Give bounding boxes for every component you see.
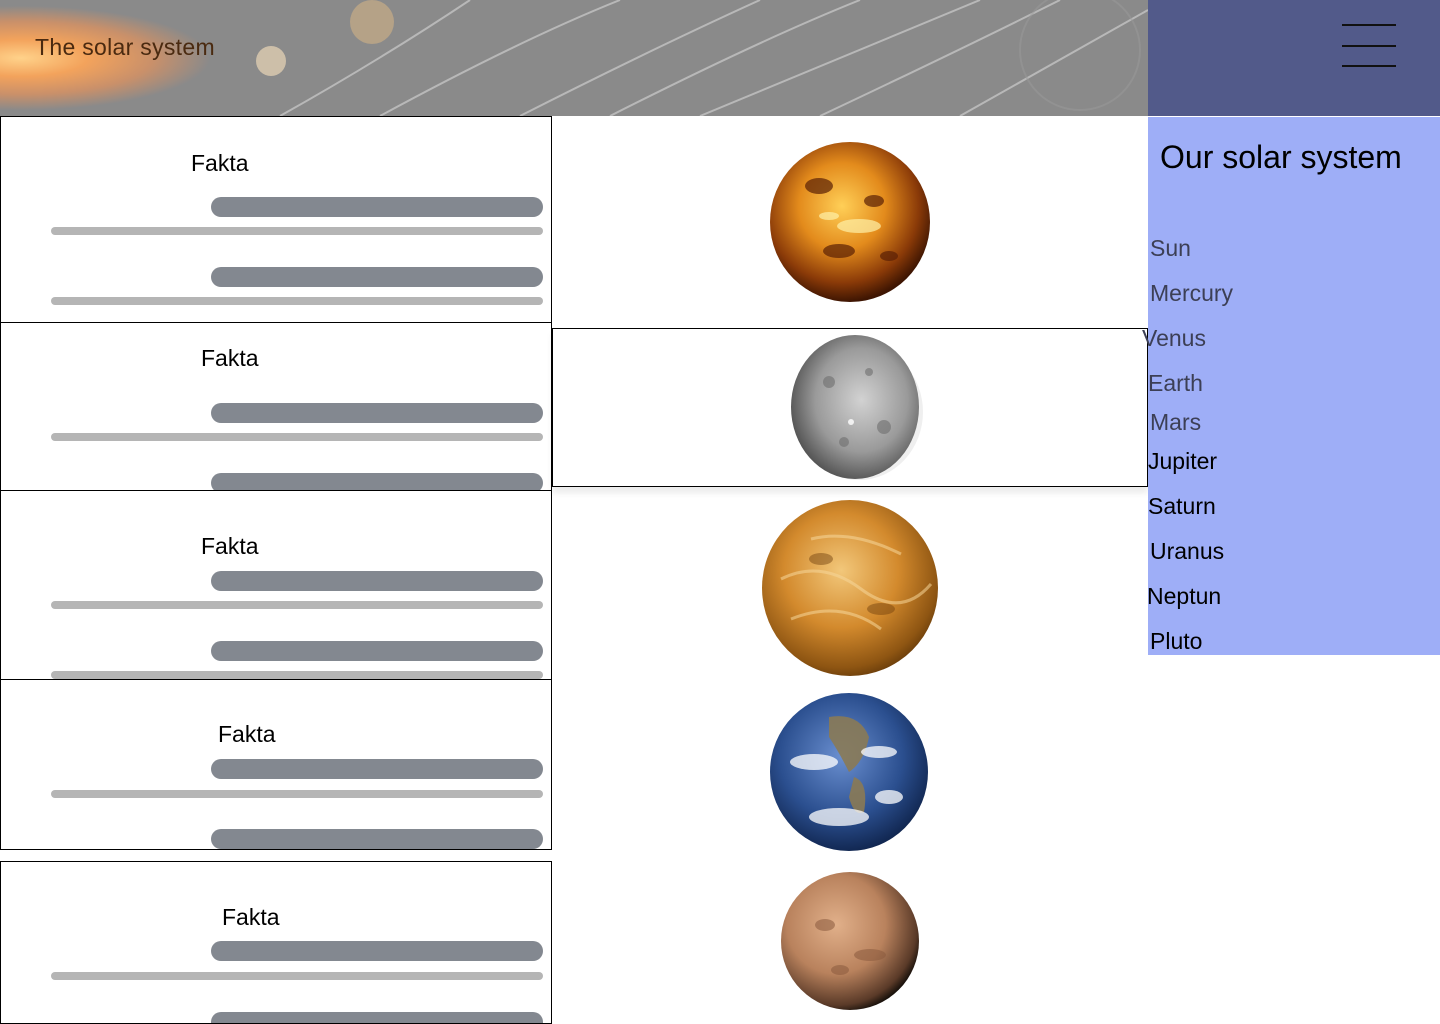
nav-item-neptun[interactable]: Neptun bbox=[1147, 583, 1221, 610]
fact-placeholder-bar bbox=[211, 197, 543, 217]
nav-item-earth[interactable]: Earth bbox=[1148, 370, 1203, 397]
fact-placeholder-line bbox=[51, 790, 543, 798]
planet-slot-mars[interactable] bbox=[552, 868, 1146, 1016]
fact-placeholder-bar bbox=[211, 571, 543, 591]
fact-card-title: Fakta bbox=[222, 904, 280, 930]
fact-card: Fakta bbox=[0, 116, 552, 324]
nav-item-saturn[interactable]: Saturn bbox=[1148, 493, 1216, 520]
mars-planet-image bbox=[781, 872, 919, 1010]
sidenav-title: Our solar system bbox=[1160, 139, 1402, 175]
fact-placeholder-line bbox=[51, 601, 543, 609]
nav-item-pluto[interactable]: Pluto bbox=[1150, 628, 1202, 655]
venus-planet-image bbox=[770, 142, 930, 302]
fact-placeholder-bar bbox=[211, 941, 543, 961]
site-header: The solar system bbox=[0, 0, 1440, 116]
fact-placeholder-bar bbox=[211, 759, 543, 779]
nav-item-jupiter[interactable]: Jupiter bbox=[1148, 448, 1217, 475]
fact-placeholder-bar bbox=[211, 267, 543, 287]
fact-card-title: Fakta bbox=[191, 150, 249, 176]
fact-placeholder-bar bbox=[211, 403, 543, 423]
menu-line bbox=[1342, 65, 1396, 67]
mercury-planet-image bbox=[791, 335, 923, 480]
fact-placeholder-line bbox=[51, 671, 543, 679]
venus-planet-image bbox=[762, 500, 938, 676]
fact-card: Fakta bbox=[0, 490, 552, 680]
menu-line bbox=[1342, 45, 1396, 47]
planet-slot-venus[interactable] bbox=[552, 496, 1146, 682]
nav-item-uranus[interactable]: Uranus bbox=[1150, 538, 1224, 565]
fact-placeholder-line bbox=[51, 433, 543, 441]
fact-card-title: Fakta bbox=[201, 533, 259, 559]
fact-card: Fakta bbox=[0, 322, 552, 491]
nav-item-venus[interactable]: Venus bbox=[1142, 325, 1206, 352]
planet-slot-earth[interactable] bbox=[552, 690, 1146, 856]
nav-item-mercury[interactable]: Mercury bbox=[1150, 280, 1233, 307]
fact-placeholder-line bbox=[51, 972, 543, 980]
fact-placeholder-bar bbox=[211, 829, 543, 849]
solar-system-sidenav: Our solar system Sun Mercury Venus Earth… bbox=[1142, 117, 1440, 655]
fact-placeholder-bar bbox=[211, 641, 543, 661]
nav-item-mars[interactable]: Mars bbox=[1150, 409, 1201, 436]
nav-item-sun[interactable]: Sun bbox=[1150, 235, 1191, 262]
site-title[interactable]: The solar system bbox=[35, 34, 215, 61]
planet-slot-mercury[interactable] bbox=[552, 328, 1148, 487]
fact-card: Fakta bbox=[0, 861, 552, 1024]
fact-placeholder-line bbox=[51, 297, 543, 305]
planet-slot-venus[interactable] bbox=[552, 117, 1146, 327]
hamburger-menu-icon[interactable] bbox=[1342, 24, 1396, 68]
fact-placeholder-bar bbox=[211, 1012, 543, 1023]
fact-placeholder-bar bbox=[211, 473, 543, 490]
fact-card-title: Fakta bbox=[201, 345, 259, 371]
menu-line bbox=[1342, 24, 1396, 26]
earth-planet-image bbox=[770, 693, 928, 851]
fact-card-title: Fakta bbox=[218, 721, 276, 747]
fact-placeholder-line bbox=[51, 227, 543, 235]
header-menu-panel bbox=[1148, 0, 1440, 116]
fact-card: Fakta bbox=[0, 679, 552, 850]
